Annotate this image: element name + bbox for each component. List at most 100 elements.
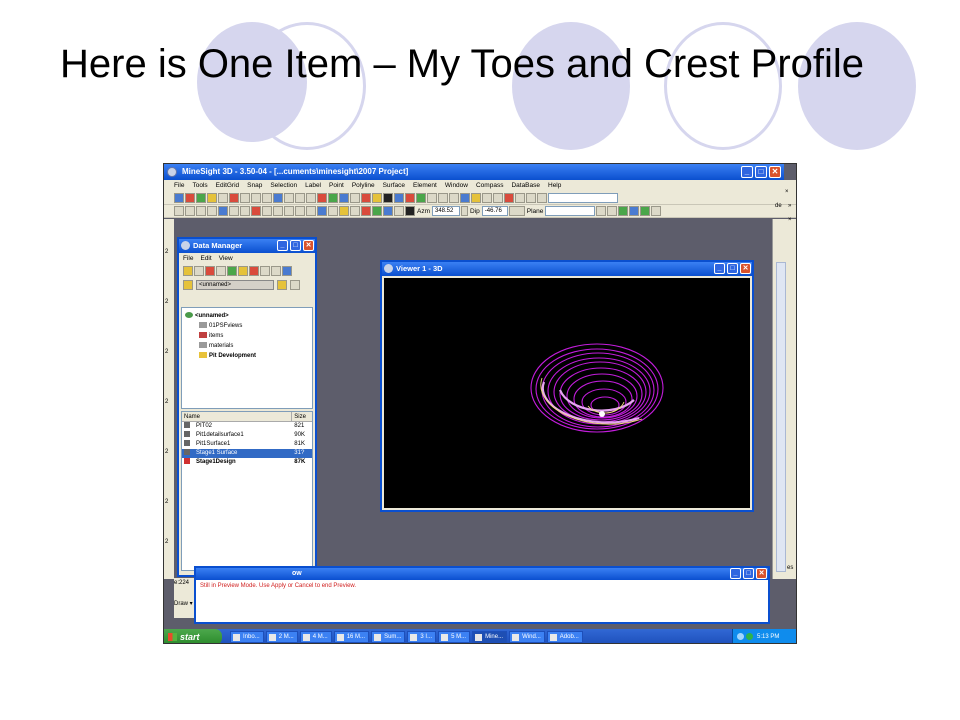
- toolbar-tool-icon[interactable]: [205, 266, 215, 276]
- menu-element[interactable]: Element: [413, 180, 437, 192]
- text-tool-icon[interactable]: [271, 266, 281, 276]
- toolbar-tool-icon[interactable]: [273, 193, 283, 203]
- toolbar-tool-icon[interactable]: [249, 266, 259, 276]
- toolbar-tool-icon[interactable]: [607, 206, 618, 216]
- help-icon[interactable]: [218, 193, 228, 203]
- toolbar-tool-icon[interactable]: [405, 206, 415, 216]
- tree-item[interactable]: materials: [185, 341, 309, 351]
- tray-icon[interactable]: [746, 633, 753, 640]
- list-item-selected[interactable]: Stage1 Surface 31?: [182, 449, 312, 458]
- maximize-button[interactable]: □: [743, 568, 754, 579]
- menu-snap[interactable]: Snap: [247, 180, 262, 192]
- toolbar-tool-icon[interactable]: [339, 206, 349, 216]
- tree-item[interactable]: Pit Development: [185, 351, 309, 361]
- toolbar-tool-icon[interactable]: [328, 193, 338, 203]
- maximize-button[interactable]: □: [290, 240, 301, 251]
- toolbar-tool-icon[interactable]: [596, 206, 607, 216]
- menu-editgrid[interactable]: EditGrid: [216, 180, 239, 192]
- azm-spin-icon[interactable]: [461, 206, 468, 216]
- panel-close-icon[interactable]: ×: [785, 189, 789, 195]
- toolbar-tool-icon[interactable]: [262, 206, 272, 216]
- folder-icon[interactable]: [183, 266, 193, 276]
- menu-database[interactable]: DataBase: [511, 180, 540, 192]
- toolbar-tool-icon[interactable]: [273, 206, 283, 216]
- toolbar-tool-icon[interactable]: [216, 266, 226, 276]
- toolbar-tool-icon[interactable]: [416, 193, 426, 203]
- column-header-size[interactable]: Size: [292, 412, 312, 421]
- taskbar-item[interactable]: 5 M...: [438, 631, 471, 643]
- close-button[interactable]: ✕: [740, 263, 751, 274]
- toolbar-tool-icon[interactable]: [372, 206, 382, 216]
- menu-help[interactable]: Help: [548, 180, 561, 192]
- minimize-button[interactable]: _: [730, 568, 741, 579]
- toolbar-tool-icon[interactable]: [372, 193, 382, 203]
- taskbar-item[interactable]: 16 M...: [333, 631, 370, 643]
- panel-close-icon[interactable]: ×: [788, 217, 792, 223]
- viewer-3d-canvas[interactable]: [384, 278, 750, 508]
- toolbar-tool-icon[interactable]: [394, 206, 404, 216]
- taskbar-item[interactable]: Inbo...: [230, 631, 264, 643]
- minimize-button[interactable]: _: [277, 240, 288, 251]
- dm-menu-edit[interactable]: Edit: [200, 253, 211, 264]
- toolbar-tool-icon[interactable]: [284, 206, 294, 216]
- taskbar-item[interactable]: 3 I...: [407, 631, 437, 643]
- toolbar-tool-icon[interactable]: [207, 193, 217, 203]
- toolbar-tool-icon[interactable]: [339, 193, 349, 203]
- zoom-plus-icon[interactable]: [196, 206, 206, 216]
- list-item[interactable]: Pit1detailsurface1 90K: [182, 431, 312, 440]
- close-button[interactable]: ✕: [769, 166, 781, 178]
- list-item[interactable]: PIT02 821: [182, 422, 312, 431]
- toolbar-tool-icon[interactable]: [240, 193, 250, 203]
- toolbar-blank-field[interactable]: [548, 193, 618, 203]
- toolbar-tool-icon[interactable]: [328, 206, 338, 216]
- taskbar-item[interactable]: 4 M...: [299, 631, 332, 643]
- toolbar-tool-icon[interactable]: [537, 193, 547, 203]
- toolbar-tool-icon[interactable]: [174, 193, 184, 203]
- minimize-button[interactable]: _: [741, 166, 753, 178]
- toolbar-tool-icon[interactable]: [394, 193, 404, 203]
- toolbar-tool-icon[interactable]: [295, 206, 305, 216]
- menu-file[interactable]: File: [174, 180, 184, 192]
- toolbar-tool-icon[interactable]: [194, 266, 204, 276]
- toolbar-tool-icon[interactable]: [251, 206, 261, 216]
- toolbar-tool-icon[interactable]: [282, 266, 292, 276]
- maximize-button[interactable]: □: [727, 263, 738, 274]
- zoom-window-icon[interactable]: [185, 206, 195, 216]
- dip-field[interactable]: -46.76: [481, 206, 508, 216]
- toolbar-tool-icon[interactable]: [438, 193, 448, 203]
- toolbar-tool-icon[interactable]: [227, 266, 237, 276]
- toolbar-tool-icon[interactable]: [229, 206, 239, 216]
- close-button[interactable]: ✕: [303, 240, 314, 251]
- toolbar-tool-icon[interactable]: [306, 206, 316, 216]
- taskbar-item[interactable]: 2 M...: [265, 631, 298, 643]
- plane-field[interactable]: [545, 206, 596, 216]
- list-item[interactable]: Stage1Design 87K: [182, 458, 312, 467]
- toolbar-tool-icon[interactable]: [251, 193, 261, 203]
- toolbar-tool-icon[interactable]: [218, 206, 228, 216]
- toolbar-tool-icon[interactable]: [651, 206, 662, 216]
- toolbar-tool-icon[interactable]: [493, 193, 503, 203]
- toolbar-tool-icon[interactable]: [460, 193, 470, 203]
- toolbar-tool-icon[interactable]: [515, 193, 525, 203]
- project-field[interactable]: <unnamed>: [196, 279, 274, 290]
- toolbar-tool-icon[interactable]: [361, 206, 371, 216]
- vertical-scrollbar[interactable]: [776, 262, 786, 572]
- toolbar-tool-icon[interactable]: [504, 193, 514, 203]
- menu-polyline[interactable]: Polyline: [352, 180, 375, 192]
- toolbar-tool-icon[interactable]: [449, 193, 459, 203]
- toolbar-tool-icon[interactable]: [196, 193, 206, 203]
- toolbar-tool-icon[interactable]: [240, 206, 250, 216]
- taskbar-item[interactable]: Sum...: [371, 631, 406, 643]
- toolbar-tool-icon[interactable]: [482, 193, 492, 203]
- toolbar-tool-icon[interactable]: [629, 206, 640, 216]
- toolbar-tool-icon[interactable]: [361, 193, 371, 203]
- toolbar-tool-icon[interactable]: [238, 266, 248, 276]
- toolbar-tool-icon[interactable]: [185, 193, 195, 203]
- zoom-minus-icon[interactable]: [207, 206, 217, 216]
- dm-menu-view[interactable]: View: [219, 253, 233, 264]
- toolbar-tool-icon[interactable]: [306, 193, 316, 203]
- taskbar-item[interactable]: Adob...: [546, 631, 583, 643]
- menu-selection[interactable]: Selection: [270, 180, 297, 192]
- menu-compass[interactable]: Compass: [476, 180, 503, 192]
- close-button[interactable]: ✕: [756, 568, 767, 579]
